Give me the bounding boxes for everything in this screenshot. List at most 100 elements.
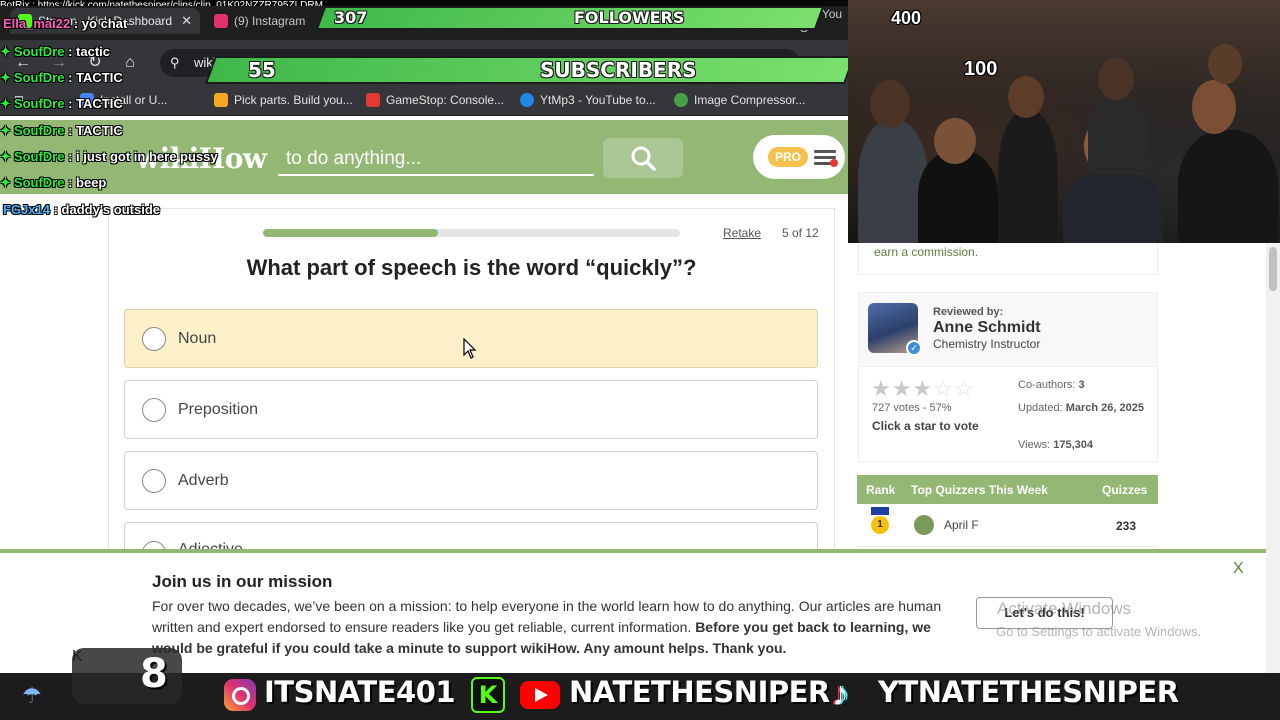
chat-message: ✦ SoufDre : i just got in here pussy <box>0 149 218 165</box>
tab-close-icon[interactable]: ✕ <box>181 13 192 29</box>
webcam-feed: 400 100 <box>848 0 1280 243</box>
chat-message: Ella_mai22 : yo chat <box>0 16 127 31</box>
commission-note: earn a commission. <box>858 243 1158 275</box>
vote-prompt: Click a star to vote <box>872 419 979 433</box>
page-scrollbar[interactable] <box>1266 243 1280 673</box>
star-icon[interactable]: ★ <box>912 376 933 401</box>
site-info-icon[interactable]: ⚲ <box>170 49 180 77</box>
chat-separator: : <box>70 16 82 31</box>
views-label: Views: <box>1018 439 1051 451</box>
chat-badge-icon: ✦ <box>0 44 11 59</box>
youtube-handle: NATETHESNIPER <box>569 675 830 709</box>
chat-username: SoufDre <box>13 123 65 138</box>
chat-separator: : <box>64 44 77 59</box>
quizzer-name: April F <box>944 518 979 532</box>
reviewer-title: Chemistry Instructor <box>933 337 1041 351</box>
quizzer-row <box>857 505 1158 547</box>
search-input[interactable]: to do anything... <box>278 140 594 176</box>
views-stat: Views: 175,304 <box>1018 439 1093 451</box>
chat-text: daddy's outside <box>61 202 160 217</box>
star-icon[interactable]: ★ <box>871 376 892 401</box>
bookmark-label: Pick parts. Build you... <box>234 93 353 107</box>
updated-stat: Updated: March 26, 2025 <box>1018 400 1148 417</box>
bookmark-favicon-icon <box>366 93 380 107</box>
chat-username: FGJx14 <box>3 202 50 217</box>
chat-text: TACTIC <box>76 70 123 85</box>
youtube-icon <box>520 681 560 709</box>
vote-count: 727 votes - 57% <box>872 402 952 414</box>
tiktok-handle: YTNATETHESNIPER <box>878 675 1179 709</box>
star-icon[interactable]: ☆ <box>933 376 954 401</box>
followers-count: 307 <box>334 8 368 27</box>
bookmark-favicon-icon <box>520 93 534 107</box>
subscribers-goal-bar <box>204 56 856 84</box>
chat-separator: : <box>64 70 77 85</box>
chat-username: SoufDre <box>13 175 65 190</box>
instagram-icon <box>224 679 256 711</box>
bookmark-pcpartpicker[interactable]: Pick parts. Build you... <box>214 93 353 107</box>
pro-badge[interactable]: PRO <box>768 147 808 167</box>
star-icon[interactable]: ★ <box>892 376 913 401</box>
bookmark-label: GameStop: Console... <box>386 93 505 107</box>
subscribers-goal: 100 <box>964 58 998 80</box>
instagram-handle: ITSNATE401 <box>264 675 456 709</box>
retake-link[interactable]: Retake <box>723 226 761 240</box>
radio-button[interactable] <box>142 397 166 422</box>
updated-label: Updated: <box>1018 402 1063 414</box>
bookmark-favicon-icon <box>674 93 688 107</box>
kick-badge-count: 8 <box>140 651 168 697</box>
followers-label: FOLLOWERS <box>574 8 685 27</box>
reviewer-name[interactable]: Anne Schmidt <box>933 319 1041 337</box>
question-counter: 5 of 12 <box>782 226 819 240</box>
views-value: 175,304 <box>1053 439 1094 451</box>
kick-icon: K <box>471 677 505 713</box>
search-button[interactable] <box>603 138 683 178</box>
reviewed-by-label: Reviewed by: <box>933 306 1004 318</box>
updated-value: March 26, 2025 <box>1065 402 1144 414</box>
subscribers-count: 55 <box>248 58 276 82</box>
chat-message: FGJx14 : daddy's outside <box>0 202 160 217</box>
chat-text: tactic <box>76 44 110 59</box>
star-icon[interactable]: ☆ <box>954 376 975 401</box>
activate-windows-title: Activate Windows <box>997 599 1132 618</box>
quiz-question: What part of speech is the word “quickly… <box>246 255 697 280</box>
scrollbar-thumb[interactable] <box>1269 247 1277 291</box>
rank-column-header: Rank <box>866 483 896 497</box>
chat-username: Ella_mai22 <box>3 16 71 31</box>
chat-separator: : <box>64 123 77 138</box>
quiz-progress-bar <box>263 229 680 237</box>
chat-badge-icon: ✦ <box>0 96 11 111</box>
coauthors-stat: Co-authors: 3 <box>1018 379 1085 391</box>
star-rating[interactable]: ★★★☆☆ <box>871 376 975 402</box>
quiz-progress-fill <box>263 229 439 237</box>
chat-message: ✦ SoufDre : TACTIC <box>0 96 123 112</box>
quizzer-avatar <box>914 515 934 535</box>
top-quizzers-header: Rank Top Quizzers This Week Quizzes <box>857 475 1158 504</box>
chat-badge-icon: ✦ <box>0 175 11 190</box>
chat-username: SoufDre <box>13 44 65 59</box>
chat-text: TACTIC <box>76 96 123 111</box>
chat-separator: : <box>64 175 77 190</box>
answer-label: Preposition <box>178 400 259 418</box>
quizzer-count: 233 <box>1116 519 1137 533</box>
radio-button[interactable] <box>142 468 166 493</box>
coauthors-value: 3 <box>1078 379 1085 391</box>
chat-username: SoufDre <box>13 96 65 111</box>
bookmark-favicon-icon <box>214 93 228 107</box>
banner-text: For over two decades, we’ve been on a mi… <box>152 596 962 659</box>
chat-text: i just got in here pussy <box>76 149 218 164</box>
chat-badge-icon: ✦ <box>0 149 11 164</box>
bookmark-gamestop[interactable]: GameStop: Console... <box>366 93 504 107</box>
bookmark-ytmp3[interactable]: YtMp3 - YouTube to... <box>520 93 656 107</box>
chat-text: beep <box>76 175 107 190</box>
chat-message: ✦ SoufDre : tactic <box>0 44 110 60</box>
answer-option-preposition[interactable]: Preposition <box>124 380 818 439</box>
radio-button[interactable] <box>142 326 166 351</box>
banner-close-button[interactable]: X <box>1233 560 1244 578</box>
verified-check-icon: ✓ <box>906 340 922 356</box>
coauthors-label: Co-authors: <box>1018 379 1076 391</box>
weather-umbrella-icon[interactable]: ☂ <box>22 683 42 709</box>
bookmark-image-compressor[interactable]: Image Compressor... <box>674 93 805 107</box>
answer-option-adverb[interactable]: Adverb <box>124 451 818 510</box>
search-icon <box>631 146 656 171</box>
